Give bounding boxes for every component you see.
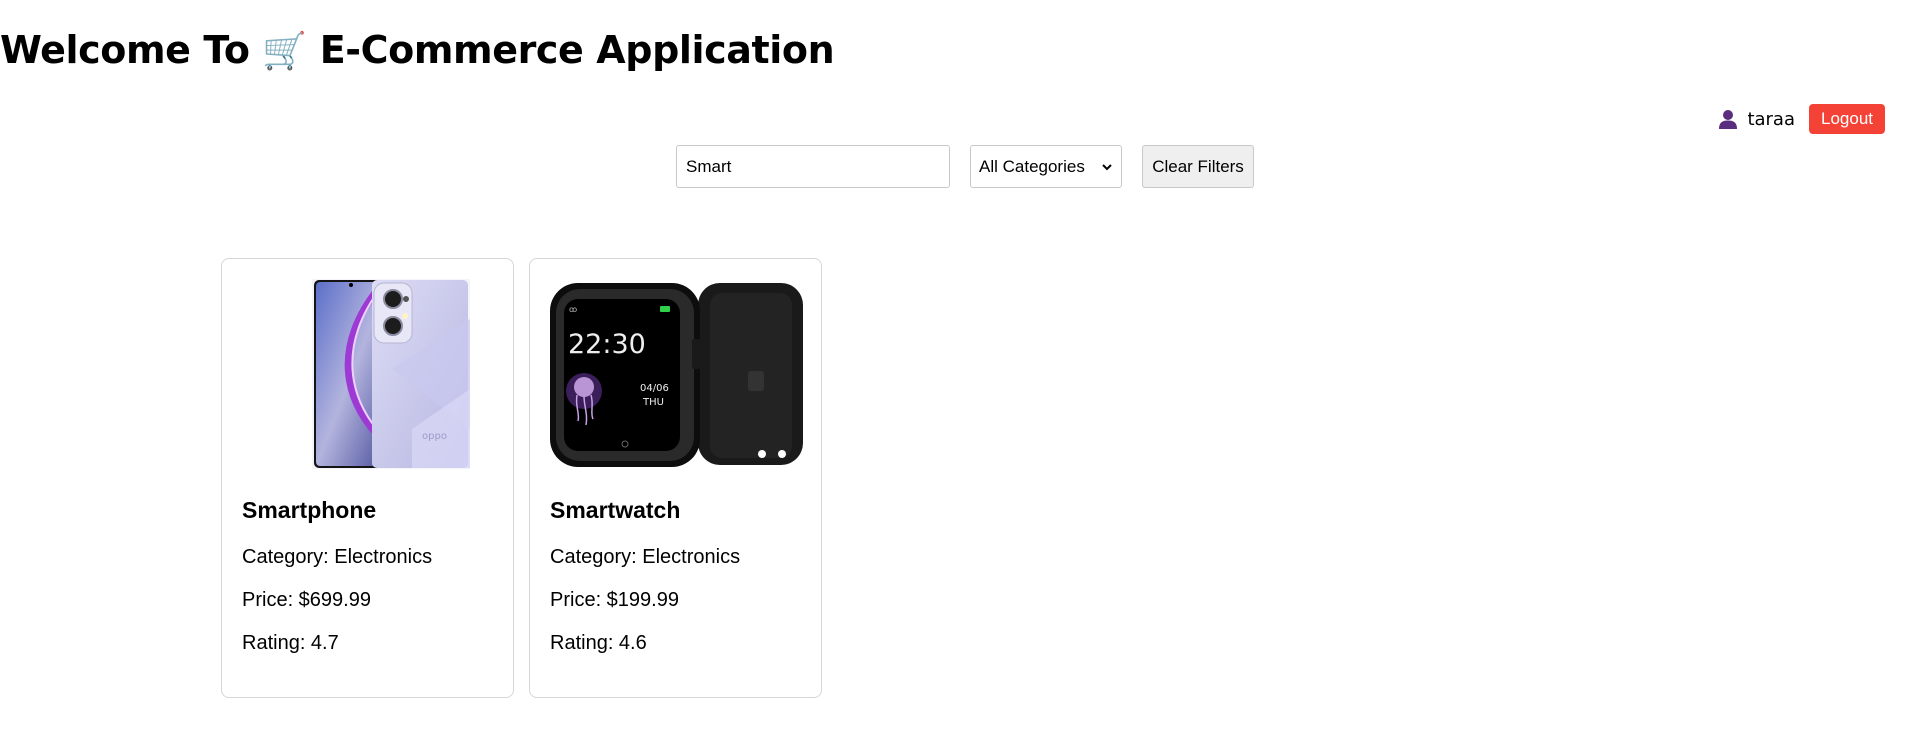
page-title: Welcome To 🛒 E-Commerce Application [0, 28, 835, 72]
smartphone-image: oppo [312, 279, 470, 469]
user-box: taraa Logout [1717, 104, 1885, 134]
title-suffix: E-Commerce Application [319, 28, 835, 72]
watch-time: 22:30 [568, 329, 646, 360]
svg-text:ꝏ: ꝏ [569, 305, 577, 314]
product-card[interactable]: ꝏ 22:30 04/06 THU Smartwatch Category: E… [529, 258, 822, 698]
search-input[interactable] [676, 145, 950, 188]
category-selected-value: All Categories [979, 156, 1085, 176]
product-name: Smartwatch [550, 497, 681, 523]
shopping-cart-icon: 🛒 [262, 31, 307, 72]
user-icon [1719, 110, 1738, 129]
chevron-down-icon [1102, 163, 1112, 170]
product-rating: Rating: 4.7 [242, 632, 339, 654]
smartwatch-image: ꝏ 22:30 04/06 THU [550, 283, 803, 467]
logout-button[interactable]: Logout [1809, 104, 1885, 134]
product-price: Price: $699.99 [242, 589, 371, 611]
category-select[interactable]: All Categories [970, 145, 1122, 188]
product-category: Category: Electronics [550, 546, 741, 568]
product-card[interactable]: oppo Smartphone Category: Electronics Pr… [221, 258, 514, 698]
clear-filters-button[interactable]: Clear Filters [1142, 145, 1254, 188]
product-grid: oppo Smartphone Category: Electronics Pr… [221, 258, 822, 698]
filter-bar: All Categories Clear Filters [676, 145, 1254, 188]
product-category: Category: Electronics [242, 546, 433, 568]
username: taraa [1747, 108, 1795, 130]
watch-date: 04/06 [640, 383, 669, 394]
watch-day: THU [642, 397, 664, 408]
product-price: Price: $199.99 [550, 589, 679, 611]
title-prefix: Welcome To [0, 28, 250, 72]
svg-text:oppo: oppo [422, 431, 447, 442]
product-rating: Rating: 4.6 [550, 632, 647, 654]
product-name: Smartphone [242, 497, 377, 523]
